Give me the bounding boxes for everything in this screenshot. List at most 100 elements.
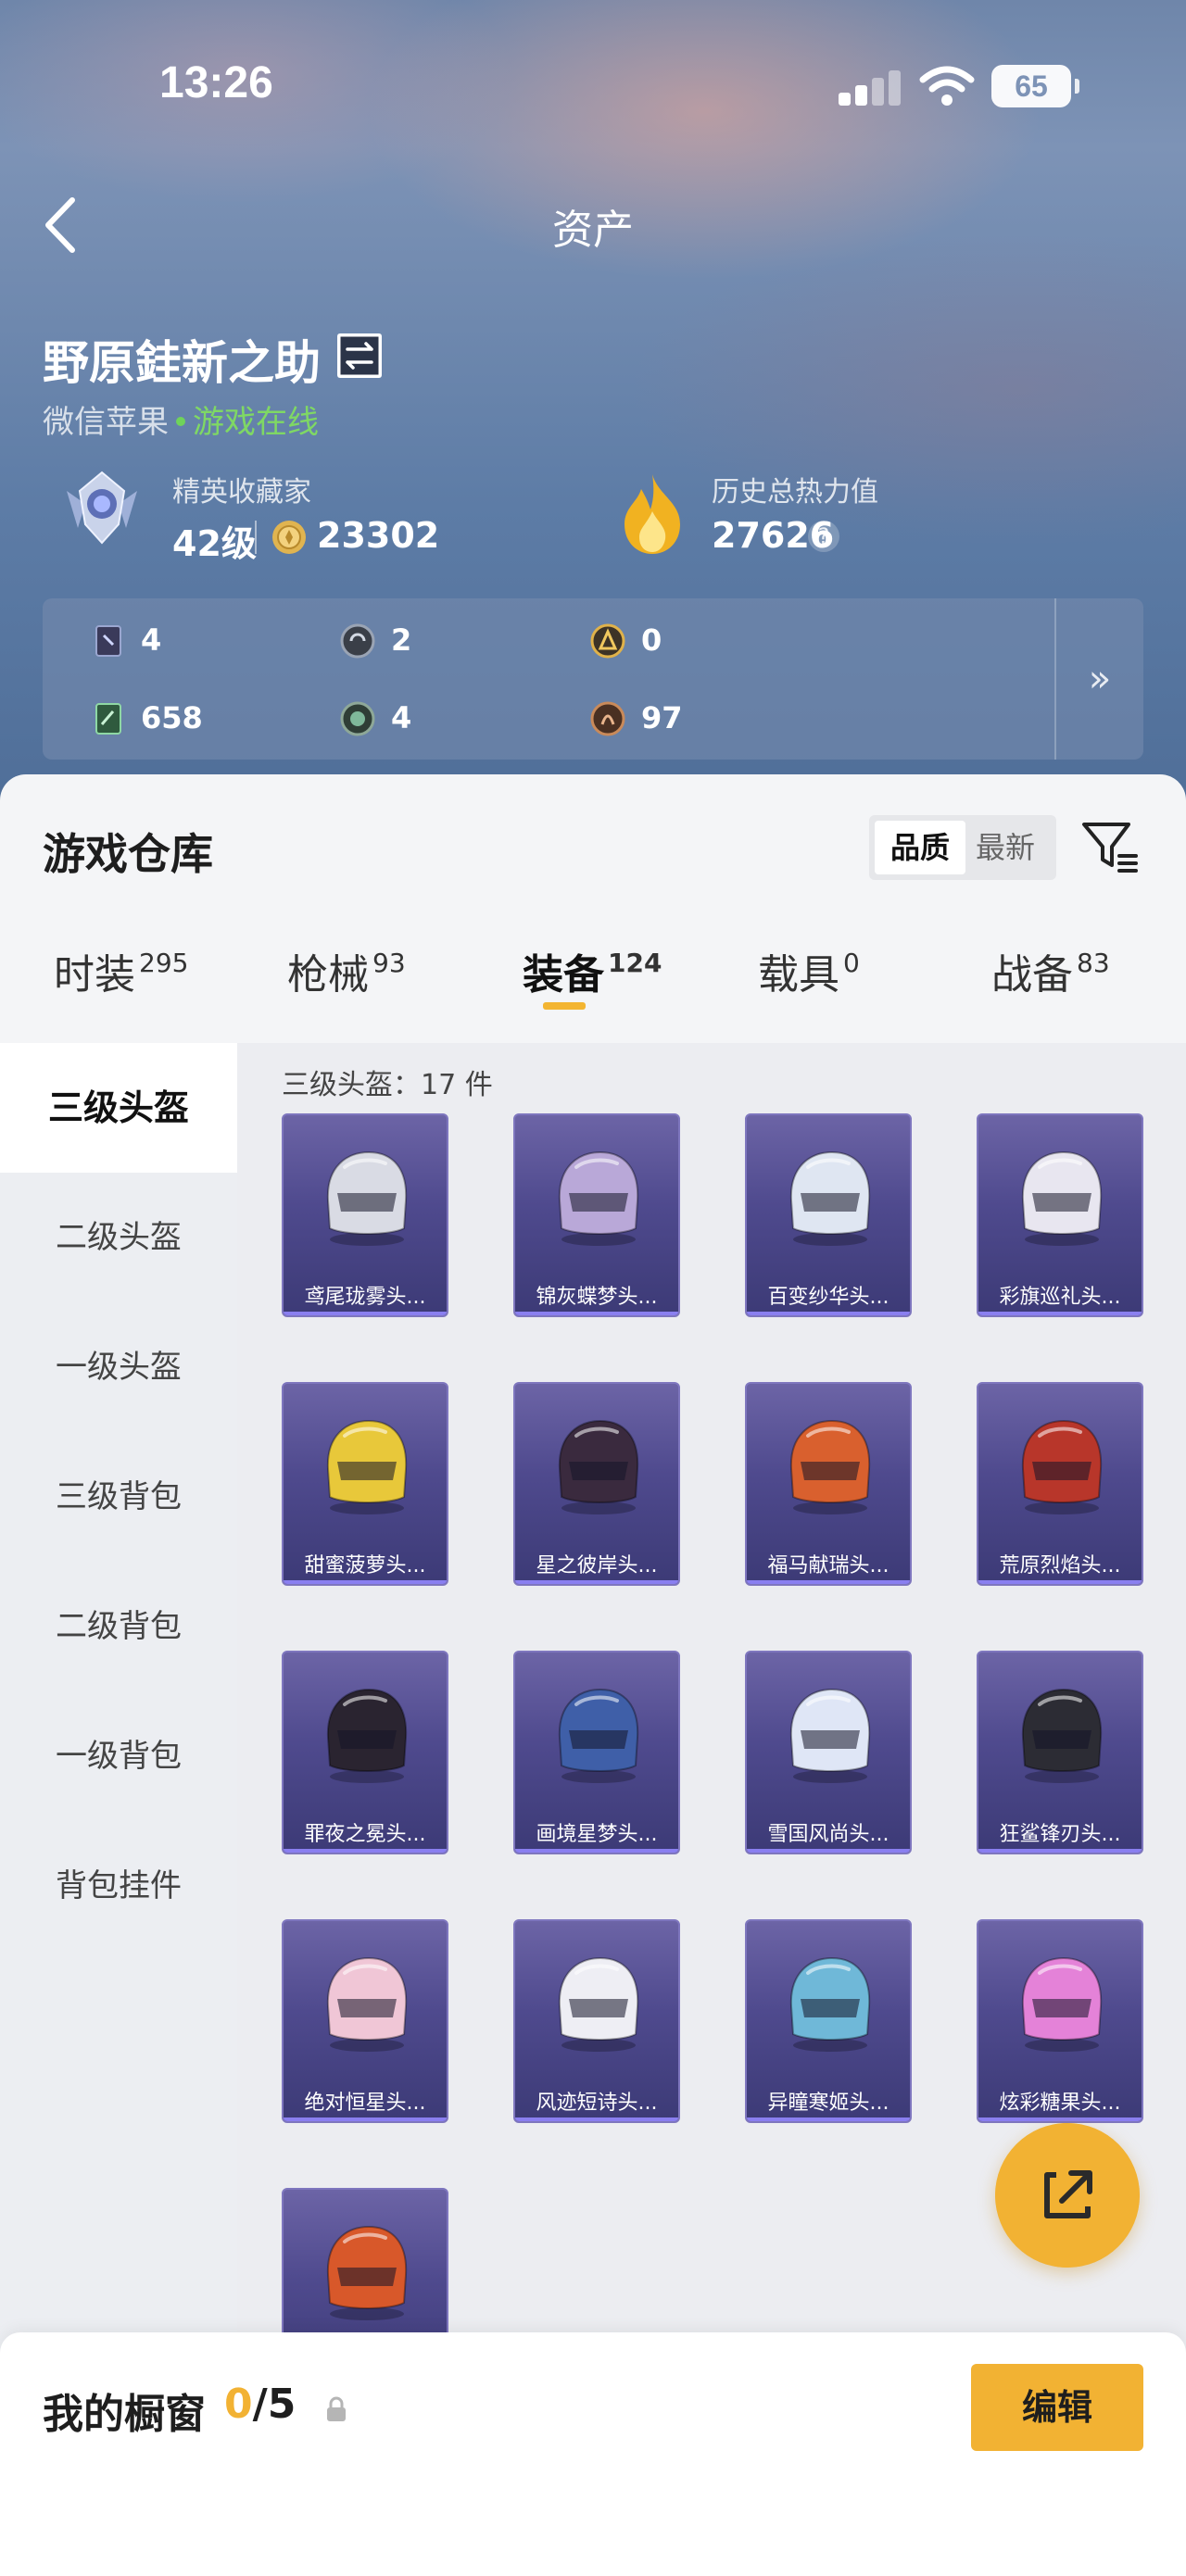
page-title: 资产: [552, 207, 634, 254]
item-card[interactable]: 雪国风尚头...: [745, 1651, 912, 1854]
player-name: 野原銈新之助: [43, 336, 321, 390]
item-card[interactable]: 甜蜜菠萝头...: [282, 1382, 448, 1586]
helmet-icon: [558, 1688, 639, 1783]
tab-label: 战备: [991, 951, 1073, 999]
helmet-icon: [558, 1419, 639, 1514]
orb-icon: [340, 701, 375, 736]
coin-value: 23302: [317, 515, 440, 556]
item-name: 雪国风尚头...: [767, 1823, 890, 1846]
item-rarity-bar: [978, 2117, 1142, 2121]
flame-icon: [625, 474, 680, 554]
stats-expand-button[interactable]: »: [1054, 598, 1143, 760]
helmet-icon: [326, 1150, 408, 1246]
tab-equipment[interactable]: 装备 124: [523, 941, 662, 1043]
card-icon: [95, 625, 121, 657]
item-rarity-bar: [978, 1849, 1142, 1853]
item-card[interactable]: 荒原烈焰头...: [977, 1382, 1143, 1586]
item-card[interactable]: 鸢尾珑雾头...: [282, 1113, 448, 1317]
tab-weapons[interactable]: 枪械 93: [287, 941, 406, 1043]
rank-level: 42级: [172, 523, 257, 564]
helmet-icon: [789, 1150, 871, 1246]
item-card[interactable]: 异瞳寒姬头...: [745, 1919, 912, 2123]
stat-value: 4: [391, 700, 412, 735]
item-card[interactable]: 炫彩糖果头...: [977, 1919, 1143, 2123]
sort-toggle: 品质 最新: [869, 815, 1056, 880]
item-card[interactable]: 星之彼岸头...: [513, 1382, 680, 1586]
helmet-icon: [789, 1688, 871, 1783]
item-name: 画境星梦头...: [536, 1823, 658, 1846]
item-card[interactable]: 风迹短诗头...: [513, 1919, 680, 2123]
sidebar-item-level1-backpack[interactable]: 一级背包: [0, 1691, 237, 1821]
item-name: 狂鲨锋刃头...: [999, 1823, 1121, 1846]
stat-value: 0: [641, 622, 662, 658]
bronze-token-icon: [590, 701, 625, 736]
warehouse-title: 游戏仓库: [43, 829, 213, 879]
sidebar-item-backpack-charm[interactable]: 背包挂件: [0, 1821, 237, 1951]
item-card[interactable]: 狂鲨锋刃头...: [977, 1651, 1143, 1854]
tab-fashion[interactable]: 时装 295: [54, 941, 188, 1043]
sidebar-item-level1-helmet[interactable]: 一级头盔: [0, 1302, 237, 1432]
tab-label: 枪械: [287, 951, 369, 999]
share-button[interactable]: [995, 2123, 1140, 2268]
status-time: 13:26: [159, 58, 273, 107]
stat-value: 97: [641, 700, 683, 735]
sidebar-item-level2-helmet[interactable]: 二级头盔: [0, 1173, 237, 1302]
helmet-icon: [1021, 1150, 1103, 1246]
item-rarity-bar: [515, 2117, 678, 2121]
gold-token-icon: [590, 623, 625, 659]
item-name: 福马献瑞头...: [767, 1554, 890, 1577]
sidebar-item-level3-backpack[interactable]: 三级背包: [0, 1432, 237, 1562]
sort-newest-button[interactable]: 最新: [960, 821, 1051, 874]
item-rarity-bar: [515, 1580, 678, 1584]
vitrine-count: 0/5: [224, 2381, 296, 2428]
tab-gear[interactable]: 战备 83: [991, 941, 1110, 1043]
item-rarity-bar: [515, 1312, 678, 1315]
item-card[interactable]: 百变纱华头...: [745, 1113, 912, 1317]
helmet-icon: [326, 1956, 408, 2052]
edit-button[interactable]: 编辑: [971, 2364, 1143, 2451]
helmet-icon: [326, 2225, 408, 2320]
category-count: 三级头盔：17 件: [282, 1069, 493, 1101]
collector-coin-icon: [272, 521, 306, 554]
sidebar-item-level3-helmet[interactable]: 三级头盔: [0, 1043, 237, 1173]
item-card[interactable]: 福马献瑞头...: [745, 1382, 912, 1586]
item-name: 甜蜜菠萝头...: [304, 1554, 426, 1577]
online-status: 游戏在线: [193, 404, 319, 441]
item-name: 百变纱华头...: [767, 1286, 890, 1309]
help-icon[interactable]: ?: [808, 521, 839, 552]
vitrine-used: 0: [224, 2381, 253, 2428]
item-rarity-bar: [978, 1580, 1142, 1584]
tab-count: 124: [608, 948, 662, 978]
helmet-icon: [558, 1956, 639, 2052]
item-rarity-bar: [515, 1849, 678, 1853]
category-tabs: 时装 295 枪械 93 装备 124 载具 0 战备 83: [0, 941, 1186, 1043]
item-card[interactable]: 锦灰蝶梦头...: [513, 1113, 680, 1317]
badge-icon: [340, 623, 375, 659]
lock-icon: [327, 2396, 346, 2421]
warehouse-card: 游戏仓库 品质 最新 时装 295 枪械 93 装备 124 载具 0 战备 83 三级头…: [0, 774, 1186, 2576]
vitrine-bar: 我的橱窗 0/5 编辑: [0, 2332, 1186, 2576]
item-card[interactable]: 画境星梦头...: [513, 1651, 680, 1854]
helmet-icon: [1021, 1688, 1103, 1783]
filter-icon[interactable]: [1079, 815, 1140, 876]
item-rarity-bar: [284, 1849, 447, 1853]
item-card[interactable]: 彩旗巡礼头...: [977, 1113, 1143, 1317]
platform-status: 微信苹果 游戏在线: [43, 396, 319, 442]
item-card[interactable]: 罪夜之冕头...: [282, 1651, 448, 1854]
stat-value: 4: [141, 622, 162, 658]
tab-vehicles[interactable]: 载具 0: [758, 941, 860, 1043]
tab-label: 载具: [758, 951, 839, 999]
item-card[interactable]: 绝对恒星头...: [282, 1919, 448, 2123]
item-name: 炫彩糖果头...: [999, 2092, 1121, 2115]
sidebar-item-level2-backpack[interactable]: 二级背包: [0, 1562, 237, 1691]
online-dot-icon: [176, 416, 185, 426]
platform-label: 微信苹果: [43, 404, 169, 441]
item-name: 绝对恒星头...: [304, 2092, 426, 2115]
helmet-icon: [558, 1150, 639, 1246]
item-rarity-bar: [747, 1580, 910, 1584]
switch-account-icon[interactable]: [337, 333, 382, 378]
cellular-signal-icon: [839, 69, 902, 106]
item-name: 锦灰蝶梦头...: [536, 1286, 658, 1309]
tab-count: 93: [372, 948, 406, 978]
sort-quality-button[interactable]: 品质: [875, 821, 965, 874]
